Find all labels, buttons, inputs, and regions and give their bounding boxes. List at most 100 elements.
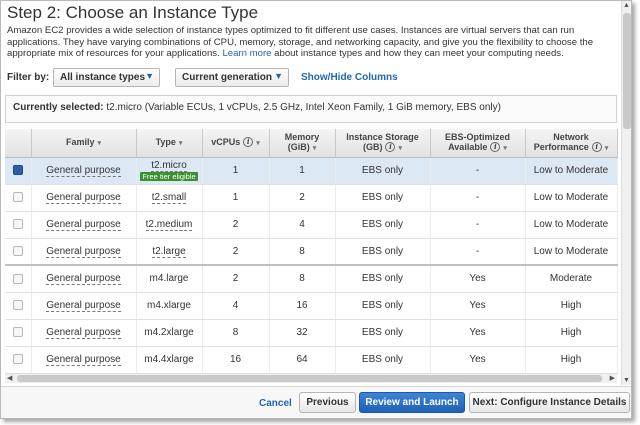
family-cell: General purpose bbox=[31, 292, 137, 320]
vcpus-cell: 4 bbox=[202, 292, 270, 320]
chevron-down-icon: ▼ bbox=[274, 71, 283, 81]
storage-cell: EBS only bbox=[335, 157, 431, 185]
type-cell: t2.medium bbox=[136, 211, 203, 239]
current-selection-summary: Currently selected: t2.micro (Variable E… bbox=[5, 95, 617, 123]
network-cell: High bbox=[525, 319, 618, 347]
row-select-cell[interactable] bbox=[5, 346, 32, 374]
generation-dropdown[interactable]: Current generation ▼ bbox=[175, 68, 289, 87]
show-hide-columns-link[interactable]: Show/Hide Columns bbox=[301, 72, 398, 83]
storage-cell: EBS only bbox=[335, 319, 431, 347]
row-select-cell[interactable] bbox=[5, 264, 32, 293]
memory-cell: 4 bbox=[269, 211, 336, 239]
table-row[interactable]: General purpose t2.small 1 2 EBS only - … bbox=[5, 184, 618, 212]
memory-cell: 8 bbox=[269, 264, 336, 293]
vertical-scrollbar[interactable]: ▲ ▼ bbox=[621, 1, 631, 385]
sort-icon: ▾ bbox=[398, 144, 402, 152]
table-header-row: Family ▾ Type ▾ vCPUs i ▾ Memory (GiB) ▾ Insta… bbox=[5, 129, 618, 158]
header-vcpus[interactable]: vCPUs i ▾ bbox=[202, 129, 270, 158]
filter-bar: Filter by: All instance types ▼ Current … bbox=[7, 68, 617, 88]
info-icon[interactable]: i bbox=[243, 137, 254, 148]
table-row[interactable]: General purpose m4.2xlarge 8 32 EBS only… bbox=[5, 319, 618, 347]
storage-cell: EBS only bbox=[335, 292, 431, 320]
row-checkbox[interactable] bbox=[12, 165, 23, 176]
row-select-cell[interactable] bbox=[5, 319, 32, 347]
ebs-cell: Yes bbox=[430, 264, 526, 293]
sort-icon: ▾ bbox=[256, 139, 260, 147]
table-row[interactable]: General purpose m4.4xlarge 16 64 EBS onl… bbox=[5, 346, 618, 374]
header-memory[interactable]: Memory (GiB) ▾ bbox=[269, 129, 336, 158]
memory-cell: 64 bbox=[269, 346, 336, 374]
wizard-window: Step 2: Choose an Instance Type Amazon E… bbox=[0, 0, 632, 419]
type-cell: t2.micro Free tier eligible bbox=[136, 157, 203, 185]
network-cell: High bbox=[525, 346, 618, 374]
row-checkbox[interactable] bbox=[12, 300, 23, 311]
horizontal-scrollbar[interactable]: ◀ ▶ bbox=[5, 373, 617, 383]
row-checkbox[interactable] bbox=[12, 246, 23, 257]
family-cell: General purpose bbox=[31, 238, 137, 266]
row-checkbox[interactable] bbox=[12, 219, 23, 230]
type-cell: m4.large bbox=[136, 264, 203, 293]
row-select-cell[interactable] bbox=[5, 238, 32, 266]
row-checkbox[interactable] bbox=[12, 273, 23, 284]
table-row[interactable]: General purpose m4.xlarge 4 16 EBS only … bbox=[5, 292, 618, 320]
content-area: Step 2: Choose an Instance Type Amazon E… bbox=[1, 1, 621, 385]
vertical-scroll-thumb[interactable] bbox=[623, 13, 631, 129]
row-checkbox[interactable] bbox=[12, 354, 23, 365]
info-icon[interactable]: i bbox=[385, 142, 396, 153]
type-cell: t2.small bbox=[136, 184, 203, 212]
row-select-cell[interactable] bbox=[5, 211, 32, 239]
info-icon[interactable]: i bbox=[591, 142, 602, 153]
header-family[interactable]: Family ▾ bbox=[31, 129, 137, 158]
ebs-cell: Yes bbox=[430, 292, 526, 320]
scroll-up-icon[interactable]: ▲ bbox=[623, 2, 630, 9]
row-select-cell[interactable] bbox=[5, 292, 32, 320]
family-cell: General purpose bbox=[31, 264, 137, 293]
learn-more-link[interactable]: Learn more bbox=[222, 48, 271, 59]
family-cell: General purpose bbox=[31, 184, 137, 212]
horizontal-scroll-thumb[interactable] bbox=[17, 375, 602, 382]
header-network-performance[interactable]: Network Performance i ▾ bbox=[525, 129, 618, 158]
table-row[interactable]: General purpose t2.medium 2 4 EBS only -… bbox=[5, 211, 618, 239]
header-instance-storage[interactable]: Instance Storage (GB) i ▾ bbox=[335, 129, 431, 158]
instance-types-dropdown[interactable]: All instance types ▼ bbox=[53, 68, 160, 87]
storage-cell: EBS only bbox=[335, 211, 431, 239]
memory-cell: 1 bbox=[269, 157, 336, 185]
vcpus-cell: 8 bbox=[202, 319, 270, 347]
table-row[interactable]: General purpose m4.large 2 8 EBS only Ye… bbox=[5, 264, 618, 293]
scroll-right-icon[interactable]: ▶ bbox=[610, 374, 615, 382]
info-icon[interactable]: i bbox=[490, 142, 501, 153]
vcpus-cell: 1 bbox=[202, 184, 270, 212]
table-row[interactable]: General purpose t2.large 2 8 EBS only - … bbox=[5, 238, 618, 266]
type-cell: t2.large bbox=[136, 238, 203, 266]
memory-cell: 16 bbox=[269, 292, 336, 320]
network-cell: Low to Moderate bbox=[525, 211, 618, 239]
ebs-cell: - bbox=[430, 211, 526, 239]
network-cell: Low to Moderate bbox=[525, 238, 618, 266]
vcpus-cell: 16 bbox=[202, 346, 270, 374]
scroll-left-icon[interactable]: ◀ bbox=[7, 374, 12, 382]
ebs-cell: Yes bbox=[430, 346, 526, 374]
row-checkbox[interactable] bbox=[12, 192, 23, 203]
sort-icon: ▾ bbox=[503, 144, 507, 152]
ebs-cell: Yes bbox=[430, 319, 526, 347]
instance-types-table: Family ▾ Type ▾ vCPUs i ▾ Memory (GiB) ▾ Insta… bbox=[5, 129, 618, 374]
review-and-launch-button[interactable]: Review and Launch bbox=[359, 392, 465, 413]
previous-button[interactable]: Previous bbox=[299, 392, 356, 413]
memory-cell: 8 bbox=[269, 238, 336, 266]
type-cell: m4.4xlarge bbox=[136, 346, 203, 374]
scroll-down-icon[interactable]: ▼ bbox=[623, 377, 630, 384]
ebs-cell: - bbox=[430, 157, 526, 185]
type-cell: m4.2xlarge bbox=[136, 319, 203, 347]
row-checkbox[interactable] bbox=[12, 327, 23, 338]
family-cell: General purpose bbox=[31, 346, 137, 374]
generation-value: Current generation bbox=[182, 72, 273, 83]
cancel-button[interactable]: Cancel bbox=[259, 398, 292, 409]
sort-icon: ▾ bbox=[604, 144, 609, 152]
next-configure-instance-button[interactable]: Next: Configure Instance Details bbox=[469, 392, 630, 413]
table-row[interactable]: General purpose t2.micro Free tier eligib… bbox=[5, 157, 618, 185]
row-select-cell[interactable] bbox=[5, 157, 32, 185]
header-ebs-optimized[interactable]: EBS-Optimized Available i ▾ bbox=[430, 129, 526, 158]
row-select-cell[interactable] bbox=[5, 184, 32, 212]
family-cell: General purpose bbox=[31, 157, 137, 185]
header-type[interactable]: Type ▾ bbox=[136, 129, 203, 158]
